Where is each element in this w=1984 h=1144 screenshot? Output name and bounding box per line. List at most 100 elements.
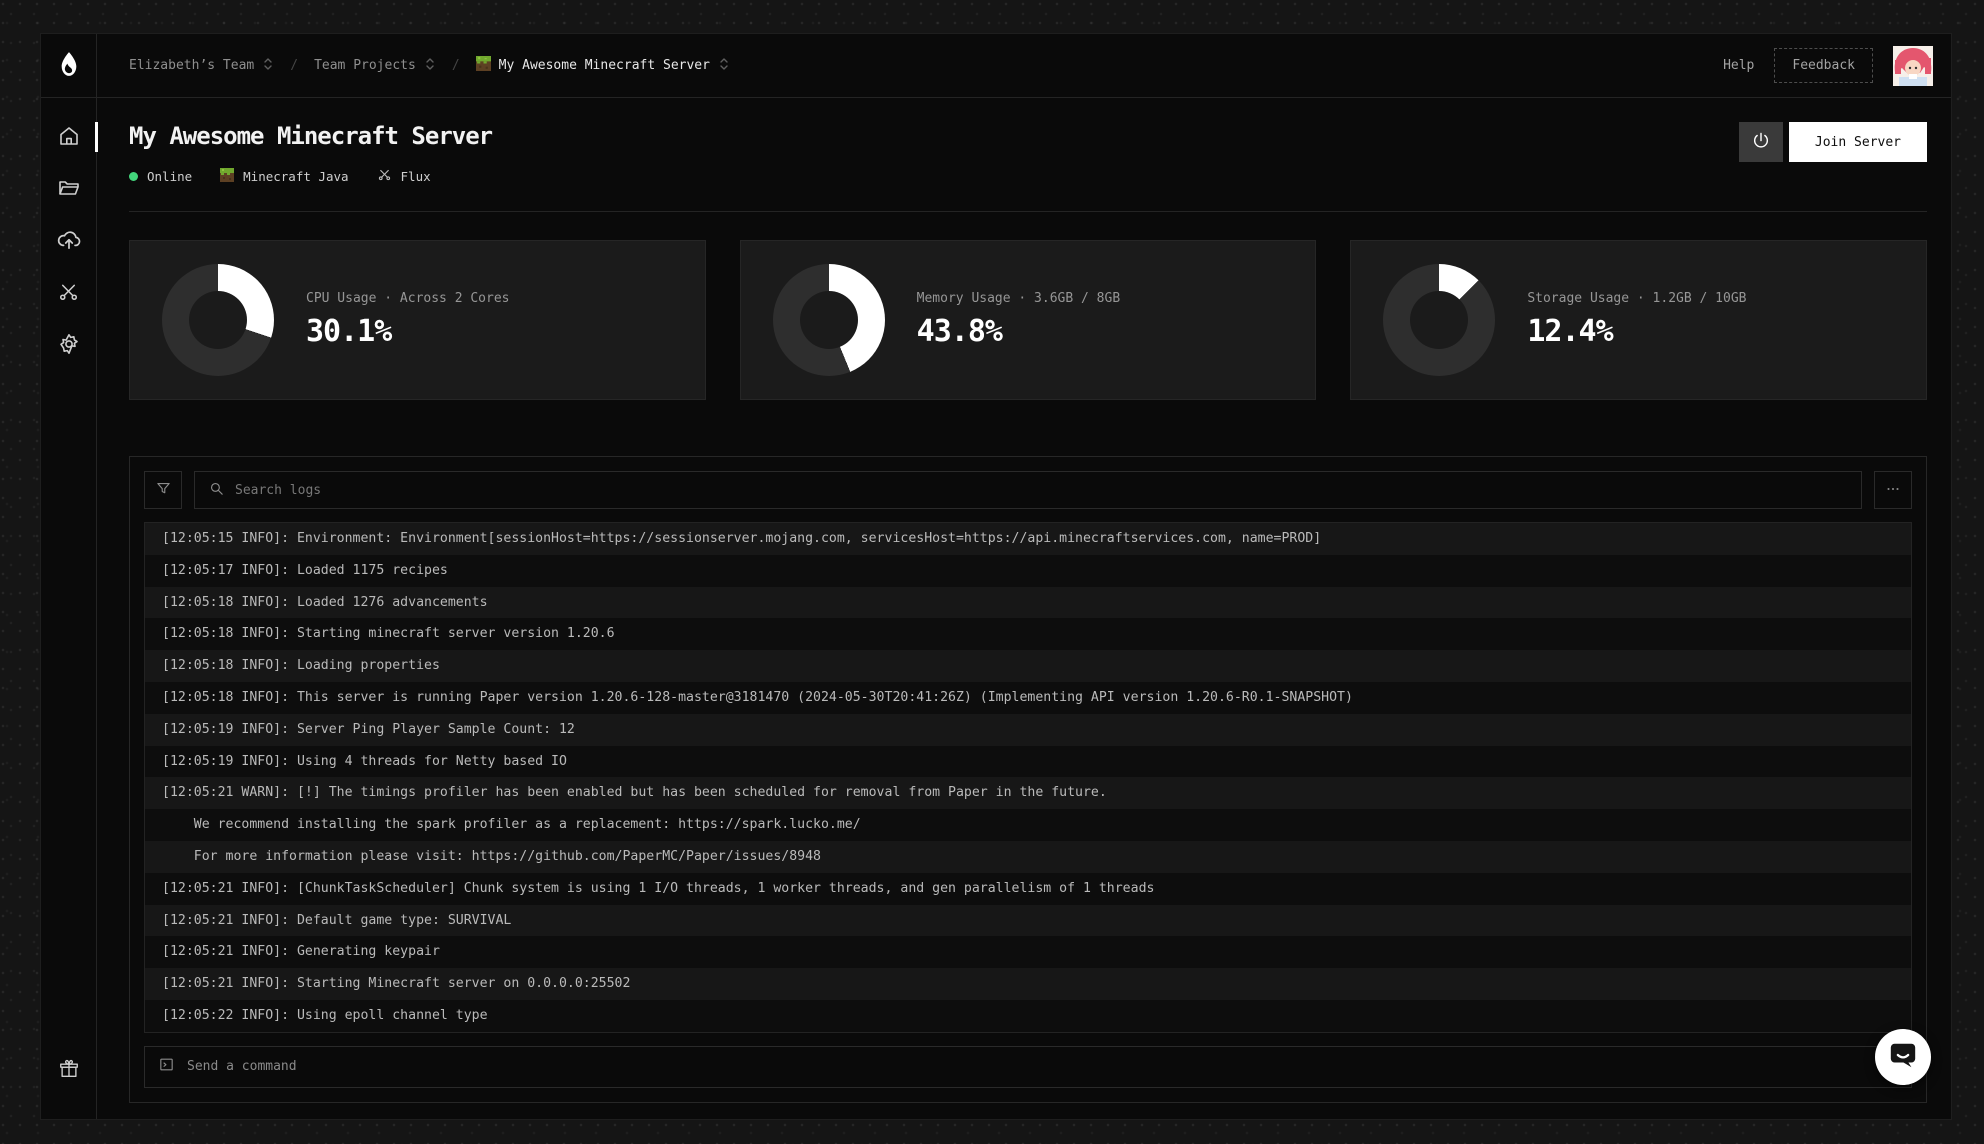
flux-badge-label: Flux <box>401 169 431 184</box>
sidebar-nav <box>41 98 97 1119</box>
log-line: [12:05:18 INFO]: Loaded 1276 advancement… <box>145 587 1911 619</box>
stat-value: 12.4% <box>1527 314 1746 349</box>
breadcrumb-projects-selector[interactable]: Team Projects <box>314 56 436 76</box>
breadcrumb-separator: / <box>290 58 298 73</box>
sidebar-item-files[interactable] <box>53 174 85 204</box>
status-badge-label: Online <box>147 169 192 184</box>
log-search-box <box>194 471 1862 509</box>
home-icon <box>57 124 81 151</box>
logs-toolbar <box>144 471 1912 509</box>
breadcrumb-projects-label: Team Projects <box>314 58 416 73</box>
log-line: [12:05:21 INFO]: Starting Minecraft serv… <box>145 968 1911 1000</box>
logs-panel: [12:05:15 INFO]: Environment: Environmen… <box>129 456 1927 1103</box>
grass-block-icon <box>220 168 234 185</box>
power-button[interactable] <box>1739 122 1783 162</box>
command-input[interactable] <box>187 1059 1898 1074</box>
filter-funnel-icon <box>155 480 172 500</box>
log-line: [12:05:17 INFO]: Loaded 1175 recipes <box>145 555 1911 587</box>
help-button[interactable]: Help <box>1723 58 1754 73</box>
breadcrumb-team-label: Elizabeth’s Team <box>129 58 254 73</box>
feedback-button[interactable]: Feedback <box>1774 48 1873 83</box>
stat-label: CPU Usage · Across 2 Cores <box>306 291 510 306</box>
server-badges: Online Minecraft Java <box>129 167 492 185</box>
online-dot <box>129 172 138 181</box>
log-line: [12:05:21 INFO]: Generating keypair <box>145 936 1911 968</box>
log-line: [12:05:21 INFO]: [ChunkTaskScheduler] Ch… <box>145 873 1911 905</box>
user-avatar[interactable] <box>1893 46 1933 86</box>
storage-usage-text: Storage Usage · 1.2GB / 10GB 12.4% <box>1527 291 1746 349</box>
breadcrumb: Elizabeth’s Team / Team Projects / <box>97 34 1723 97</box>
power-icon <box>1751 131 1771 154</box>
cloud-upload-icon <box>56 227 82 256</box>
edition-badge-label: Minecraft Java <box>243 169 348 184</box>
folder-icon <box>57 176 81 203</box>
main-content: My Awesome Minecraft Server Online Minec <box>97 98 1951 1119</box>
page-background: Elizabeth’s Team / Team Projects / <box>0 0 1984 1144</box>
log-search-input[interactable] <box>235 483 1848 498</box>
search-icon <box>208 480 225 501</box>
cpu-usage-text: CPU Usage · Across 2 Cores 30.1% <box>306 291 510 349</box>
edition-badge: Minecraft Java <box>220 168 348 185</box>
chat-widget-button[interactable] <box>1875 1029 1931 1085</box>
chevron-updown-icon <box>424 56 436 76</box>
flame-icon <box>58 51 80 81</box>
ellipsis-icon <box>1884 480 1902 501</box>
log-line: [12:05:21 INFO]: Default game type: SURV… <box>145 905 1911 937</box>
stat-label: Storage Usage · 1.2GB / 10GB <box>1527 291 1746 306</box>
header-divider <box>129 211 1927 212</box>
sidebar-item-settings[interactable] <box>53 330 85 360</box>
logs-more-button[interactable] <box>1874 471 1912 509</box>
memory-usage-donut <box>773 264 885 376</box>
top-bar: Elizabeth’s Team / Team Projects / <box>41 34 1951 98</box>
sidebar-item-rewards[interactable] <box>53 1055 85 1085</box>
stats-row: CPU Usage · Across 2 Cores 30.1% Memory … <box>129 240 1927 400</box>
memory-usage-text: Memory Usage · 3.6GB / 8GB 43.8% <box>917 291 1121 349</box>
command-bar <box>144 1046 1912 1088</box>
log-line: [12:05:18 INFO]: Loading properties <box>145 650 1911 682</box>
terminal-icon <box>158 1056 175 1077</box>
grass-block-icon <box>476 56 491 75</box>
chevron-updown-icon <box>718 56 730 76</box>
storage-usage-donut <box>1383 264 1495 376</box>
app-logo[interactable] <box>41 34 97 97</box>
log-line: [12:05:15 INFO]: Environment: Environmen… <box>145 523 1911 555</box>
sidebar-active-indicator <box>95 122 98 152</box>
log-line: [12:05:19 INFO]: Server Ping Player Samp… <box>145 714 1911 746</box>
log-line: [12:05:22 INFO]: Using epoll channel typ… <box>145 1000 1911 1032</box>
cpu-usage-card: CPU Usage · Across 2 Cores 30.1% <box>129 240 706 400</box>
log-line: [12:05:18 INFO]: This server is running … <box>145 682 1911 714</box>
log-list[interactable]: [12:05:15 INFO]: Environment: Environmen… <box>144 522 1912 1033</box>
app-frame: Elizabeth’s Team / Team Projects / <box>40 33 1952 1120</box>
chevron-updown-icon <box>262 56 274 76</box>
stat-label: Memory Usage · 3.6GB / 8GB <box>917 291 1121 306</box>
breadcrumb-server-label: My Awesome Minecraft Server <box>499 58 710 73</box>
log-line: For more information please visit: https… <box>145 841 1911 873</box>
sidebar-item-home[interactable] <box>53 122 85 152</box>
flux-badge: Flux <box>377 167 431 185</box>
server-actions: Join Server <box>1739 122 1927 162</box>
log-line: [12:05:21 WARN]: [!] The timings profile… <box>145 777 1911 809</box>
sidebar-item-network[interactable] <box>53 278 85 308</box>
page-title: My Awesome Minecraft Server <box>129 122 492 150</box>
log-line: We recommend installing the spark profil… <box>145 809 1911 841</box>
breadcrumb-separator: / <box>452 58 460 73</box>
stat-value: 43.8% <box>917 314 1121 349</box>
app-body: My Awesome Minecraft Server Online Minec <box>41 98 1951 1119</box>
status-badge: Online <box>129 169 192 184</box>
log-line: [12:05:19 INFO]: Using 4 threads for Net… <box>145 746 1911 778</box>
gift-icon <box>58 1058 80 1083</box>
join-server-button[interactable]: Join Server <box>1789 122 1927 162</box>
filter-button[interactable] <box>144 471 182 509</box>
split-icon <box>57 280 80 306</box>
flux-icon <box>377 167 392 185</box>
gear-icon <box>57 332 81 359</box>
breadcrumb-server-selector[interactable]: My Awesome Minecraft Server <box>476 56 730 76</box>
chat-bubble-icon <box>1888 1040 1918 1074</box>
server-title-block: My Awesome Minecraft Server Online Minec <box>129 122 492 185</box>
server-header: My Awesome Minecraft Server Online Minec <box>129 122 1927 185</box>
breadcrumb-team-selector[interactable]: Elizabeth’s Team <box>129 56 274 76</box>
topbar-actions: Help Feedback <box>1723 34 1951 97</box>
cpu-usage-donut <box>162 264 274 376</box>
log-line: [12:05:18 INFO]: Starting minecraft serv… <box>145 618 1911 650</box>
sidebar-item-backups[interactable] <box>53 226 85 256</box>
